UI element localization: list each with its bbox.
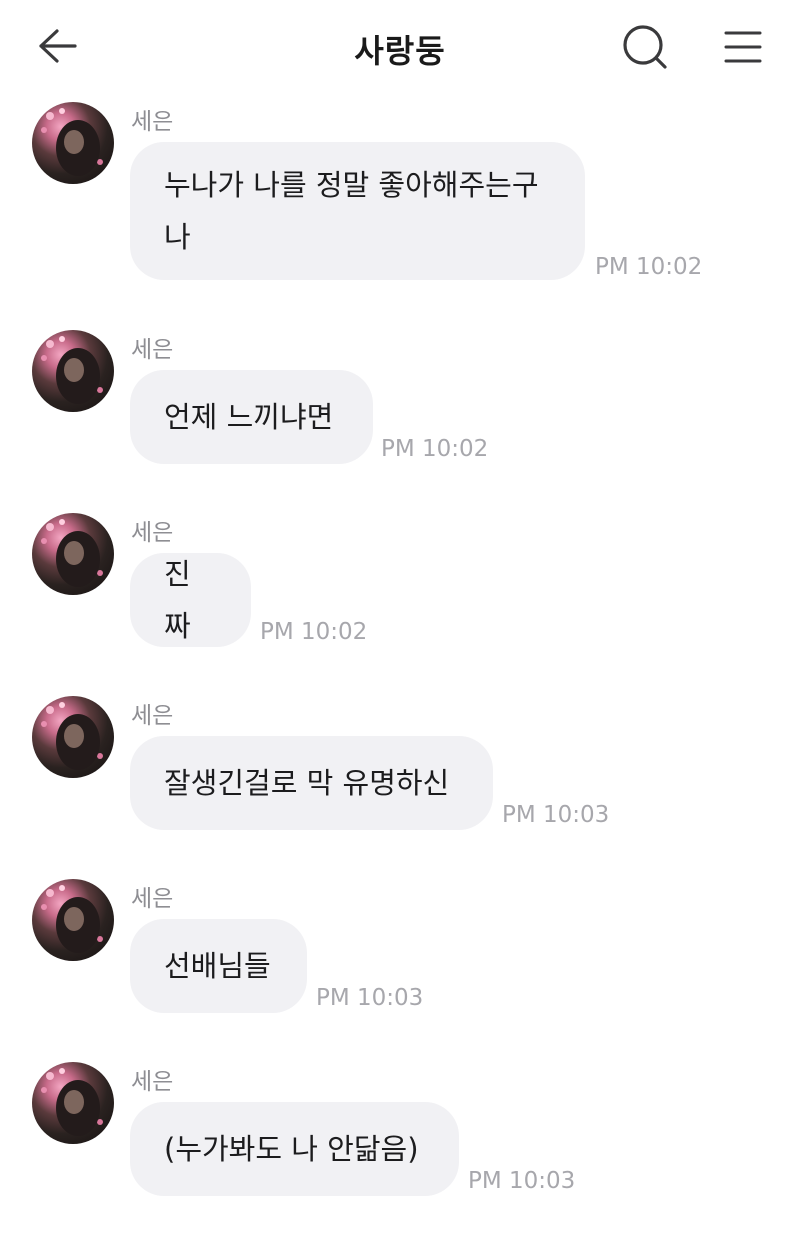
message-bubble[interactable]: 선배님들 <box>130 919 307 1013</box>
avatar-photo <box>41 702 103 770</box>
sender-name: 세은 <box>131 703 174 729</box>
avatar-photo <box>41 1068 103 1136</box>
message-bubble[interactable]: 잘생긴걸로 막 유명하신 <box>130 736 493 830</box>
message-row: 세은 선배님들 PM 10:03 <box>0 879 800 1014</box>
message-row: 세은 잘생긴걸로 막 유명하신 PM 10:03 <box>0 696 800 831</box>
avatar-photo <box>41 336 103 404</box>
search-icon <box>623 25 667 69</box>
avatar[interactable] <box>32 513 114 595</box>
message-bubble[interactable]: (누가봐도 나 안닮음) <box>130 1102 459 1196</box>
avatar[interactable] <box>32 696 114 778</box>
chat-title: 사랑둥 <box>354 32 446 70</box>
message-time: PM 10:02 <box>260 619 368 645</box>
message-time: PM 10:03 <box>502 802 610 828</box>
avatar[interactable] <box>32 1062 114 1144</box>
message-bubble[interactable]: 누나가 나를 정말 좋아해주는구 나 <box>130 142 585 280</box>
message-time: PM 10:03 <box>316 985 424 1011</box>
chat-header: 사랑둥 <box>0 0 800 92</box>
message-time: PM 10:03 <box>468 1168 576 1194</box>
avatar-photo <box>41 519 103 587</box>
avatar-photo <box>41 885 103 953</box>
search-button[interactable] <box>618 22 672 72</box>
message-time: PM 10:02 <box>595 254 703 280</box>
sender-name: 세은 <box>131 109 174 135</box>
message-bubble[interactable]: 진짜 <box>130 553 251 647</box>
avatar[interactable] <box>32 879 114 961</box>
message-row: 세은 (누가봐도 나 안닮음) PM 10:03 <box>0 1062 800 1197</box>
hamburger-menu-icon <box>724 31 762 63</box>
message-bubble[interactable]: 언제 느끼냐면 <box>130 370 373 464</box>
menu-button[interactable] <box>720 24 766 70</box>
message-time: PM 10:02 <box>381 436 489 462</box>
avatar[interactable] <box>32 102 114 184</box>
avatar-photo <box>41 108 103 176</box>
avatar[interactable] <box>32 330 114 412</box>
sender-name: 세은 <box>131 1069 174 1095</box>
sender-name: 세은 <box>131 520 174 546</box>
message-row: 세은 진짜 PM 10:02 <box>0 513 800 648</box>
message-row: 세은 누나가 나를 정말 좋아해주는구 나 PM 10:02 <box>0 102 800 282</box>
message-row: 세은 언제 느끼냐면 PM 10:02 <box>0 330 800 465</box>
sender-name: 세은 <box>131 337 174 363</box>
sender-name: 세은 <box>131 886 174 912</box>
